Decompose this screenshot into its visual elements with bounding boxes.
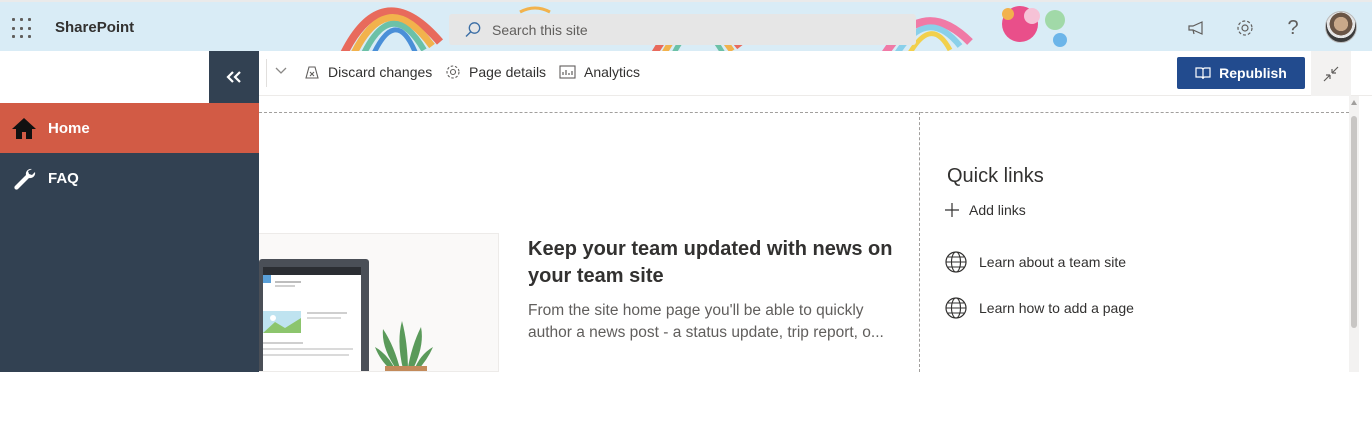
chevron-down-icon[interactable] [275,67,295,75]
search-icon [465,21,481,37]
home-icon [0,116,48,140]
nav-item-faq[interactable]: FAQ [0,153,259,203]
gear-icon [446,65,460,79]
nav-item-home[interactable]: Home [0,103,259,153]
collapse-page-icon[interactable] [1311,51,1351,96]
globe-icon [945,297,967,319]
quick-link-item[interactable]: Learn how to add a page [945,297,1134,319]
republish-button[interactable]: Republish [1177,57,1305,89]
discard-icon [305,66,319,79]
double-chevron-left-icon [226,71,241,83]
nav-item-label: FAQ [48,169,79,187]
page-details-label: Page details [469,64,547,80]
search-placeholder: Search this site [492,21,588,38]
wrench-icon [0,166,48,190]
section-border [259,112,1349,113]
quick-link-label: Learn how to add a page [979,300,1134,316]
suite-brand[interactable]: SharePoint [55,19,134,36]
quick-link-item[interactable]: Learn about a team site [945,251,1126,273]
news-description: From the site home page you'll be able t… [528,302,884,341]
nav-item-label: Home [48,119,90,137]
search-box[interactable]: Search this site [449,14,916,45]
collapse-nav-button[interactable] [209,51,259,103]
scrollbar-thumb[interactable] [1351,116,1357,328]
help-icon[interactable]: ? [1281,16,1305,40]
scroll-up-arrow-icon[interactable] [1351,100,1357,105]
news-title[interactable]: Keep your team updated with news on your… [528,236,908,290]
news-illustration [259,233,499,372]
add-links-button[interactable]: Add links [945,202,1026,218]
globe-icon [945,251,967,273]
left-navigation: Home FAQ [0,51,259,372]
command-bar: Discard changes Page details Analytics R… [259,51,1372,96]
analytics-label: Analytics [584,64,641,80]
avatar[interactable] [1325,11,1357,43]
analytics-icon [559,65,576,79]
vertical-scrollbar[interactable] [1349,96,1359,372]
gear-icon[interactable] [1233,16,1257,40]
command-divider [266,59,267,87]
page-details-button[interactable]: Page details [445,64,546,80]
quick-links-title: Quick links [947,165,1044,187]
column-divider [919,112,920,372]
discard-changes-button[interactable]: Discard changes [304,64,432,80]
nav-menu: Home FAQ [0,103,259,372]
add-links-label: Add links [969,202,1026,218]
suite-bar: SharePoint Search this site ? [0,0,1372,51]
quick-link-label: Learn about a team site [979,254,1127,270]
plus-icon [945,203,959,217]
republish-label: Republish [1219,65,1287,81]
page-canvas: Keep your team updated with news on your… [259,96,1349,372]
app-launcher-waffle-icon[interactable] [12,18,34,40]
analytics-button[interactable]: Analytics [559,64,640,80]
book-icon [1195,67,1211,80]
megaphone-icon[interactable] [1185,16,1209,40]
discard-changes-label: Discard changes [328,64,433,80]
